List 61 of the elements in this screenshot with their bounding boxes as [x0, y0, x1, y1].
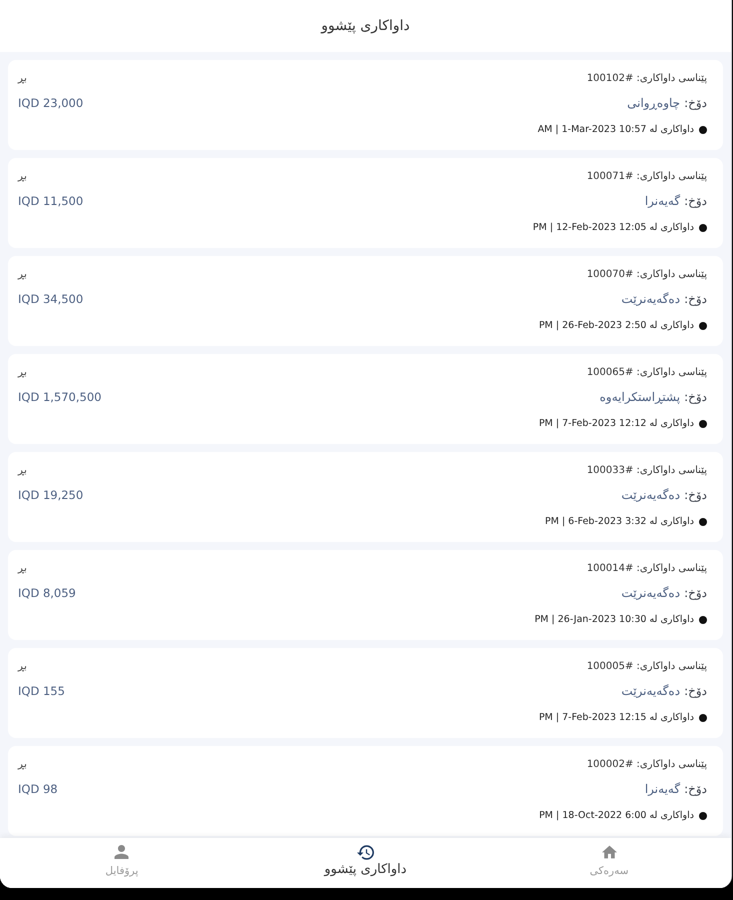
- status-label: دۆخ:: [684, 389, 707, 405]
- status-label: دۆخ:: [684, 193, 707, 209]
- order-date: داواکاری لە PM | 26-Jan-2023 10:30: [534, 613, 694, 627]
- status-label: دۆخ:: [684, 683, 707, 699]
- home-icon: [602, 845, 617, 859]
- history-icon: [357, 845, 374, 860]
- status-value: دەگەیەنرێت: [621, 683, 680, 699]
- amount-label: بڕ: [18, 366, 27, 380]
- dot-icon: [699, 812, 707, 820]
- nav-tab[interactable]: داواکاری پێشوو: [244, 838, 488, 888]
- amount-label: بڕ: [18, 660, 27, 674]
- order-id: پێناسی داواکاری: #100071: [586, 170, 707, 184]
- status-value: دەگەیەنرێت: [621, 585, 680, 601]
- amount-label: بڕ: [18, 72, 27, 86]
- order-date: داواکاری لە PM | 26-Feb-2023 2:50: [538, 319, 694, 333]
- status-label: دۆخ:: [684, 781, 707, 797]
- status-value: پشتڕاستکرایەوە: [600, 389, 680, 405]
- status-label: دۆخ:: [684, 487, 707, 503]
- amount-value: IQD 11,500: [18, 193, 84, 209]
- order-date: داواکاری لە PM | 18-Oct-2022 6:00: [539, 809, 694, 823]
- amount-value: IQD 34,500: [18, 291, 84, 307]
- status-value: گەیەنرا: [644, 781, 680, 797]
- status-value: دەگەیەنرێت: [621, 291, 680, 307]
- status-label: دۆخ:: [684, 95, 707, 111]
- dot-icon: [699, 420, 707, 428]
- dot-icon: [699, 616, 707, 624]
- order-date: داواکاری لە PM | 6-Feb-2023 3:32: [545, 515, 694, 529]
- order-date: داواکاری لە PM | 12-Feb-2023 12:05: [532, 221, 694, 235]
- order-id: پێناسی داواکاری: #100014: [586, 562, 707, 576]
- status-label: دۆخ:: [684, 291, 707, 307]
- amount-label: بڕ: [18, 268, 27, 282]
- status-value: دەگەیەنرێت: [621, 487, 680, 503]
- dot-icon: [699, 714, 707, 722]
- amount-value: IQD 1,570,500: [18, 389, 102, 405]
- order-id: پێناسی داواکاری: #100033: [586, 464, 707, 478]
- person-icon: [114, 845, 130, 859]
- order-id: پێناسی داواکاری: #100065: [586, 366, 707, 380]
- dot-icon: [699, 126, 707, 134]
- amount-value: IQD 23,000: [18, 95, 84, 111]
- amount-label: بڕ: [18, 464, 27, 478]
- page-title: داواکاری پێشوو: [321, 17, 410, 35]
- amount-label: بڕ: [18, 758, 27, 772]
- amount-value: IQD 8,059: [18, 585, 76, 601]
- amount-value: IQD 19,250: [18, 487, 84, 503]
- amount-label: بڕ: [18, 562, 27, 576]
- order-date: داواکاری لە AM | 1-Mar-2023 10:57: [538, 123, 694, 137]
- order-id: پێناسی داواکاری: #100102: [586, 72, 707, 86]
- amount-value: IQD 155: [18, 683, 65, 699]
- order-date: داواکاری لە PM | 7-Feb-2023 12:12: [538, 417, 694, 431]
- dot-icon: [699, 518, 707, 526]
- order-id: پێناسی داواکاری: #100002: [586, 758, 707, 772]
- order-date: داواکاری لە PM | 7-Feb-2023 12:15: [538, 711, 694, 725]
- amount-label: بڕ: [18, 170, 27, 184]
- status-value: گەیەنرا: [644, 193, 680, 209]
- status-value: چاوەڕوانی: [627, 95, 680, 111]
- dot-icon: [699, 224, 707, 232]
- status-label: دۆخ:: [684, 585, 707, 601]
- order-id: پێناسی داواکاری: #100070: [586, 268, 707, 282]
- dot-icon: [699, 322, 707, 330]
- amount-value: IQD 98: [18, 781, 58, 797]
- order-id: پێناسی داواکاری: #100005: [586, 660, 707, 674]
